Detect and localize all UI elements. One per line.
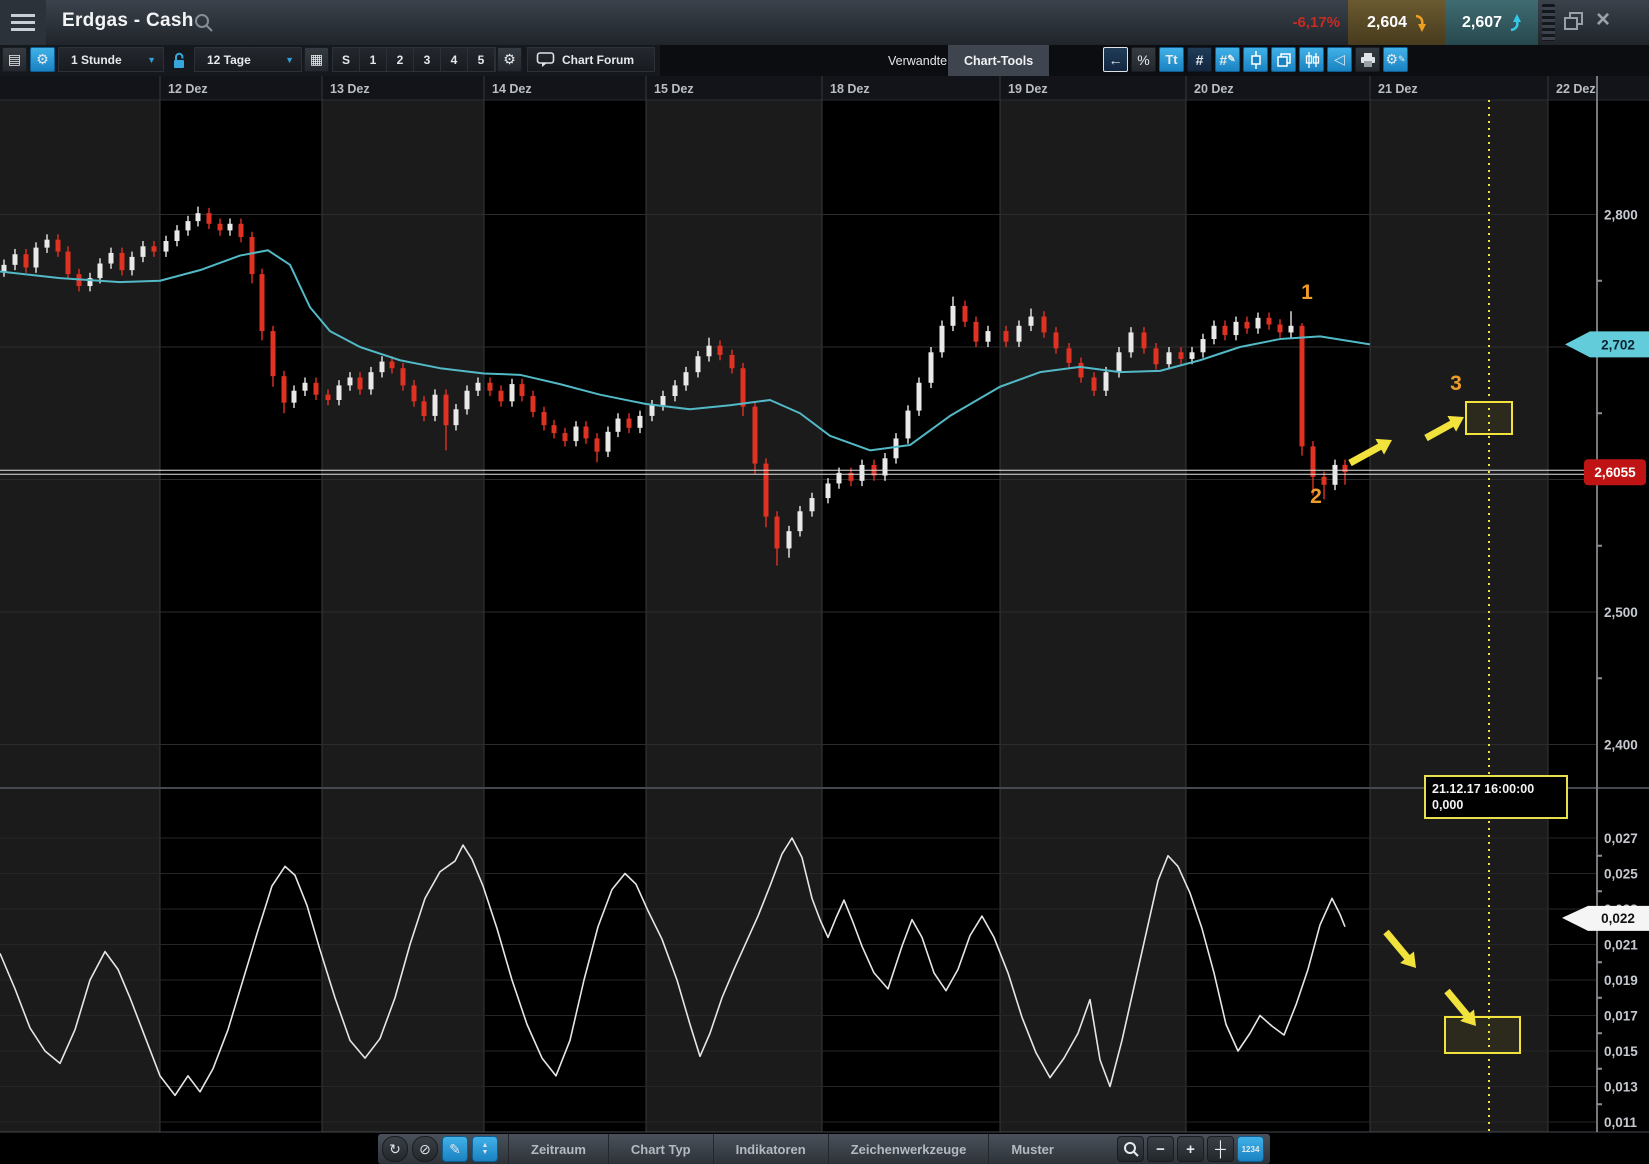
range-dropdown[interactable]: 12 Tage▼: [194, 47, 302, 72]
svg-text:2: 2: [1310, 485, 1322, 508]
price-axis: 2,8002,5002,4000,0270,0250,0230,0210,019…: [1597, 76, 1638, 1132]
tooltip-datetime: 21.12.17 16:00:00: [1432, 781, 1560, 797]
price-tag-icon[interactable]: ◁: [1327, 47, 1352, 72]
title-bar: Erdgas - Cash -6,17% 2,604 2,607 ×: [0, 0, 1649, 46]
tooltip-value: 0,000: [1432, 797, 1560, 813]
menu-icon[interactable]: [0, 0, 46, 45]
svg-text:20 Dez: 20 Dez: [1194, 82, 1234, 96]
chart-settings-gear-icon[interactable]: ⚙: [30, 47, 55, 72]
interval-dropdown[interactable]: 1 Stunde▼: [58, 47, 164, 72]
svg-text:14 Dez: 14 Dez: [492, 82, 532, 96]
chart-typ-button[interactable]: Chart Typ: [608, 1134, 713, 1164]
svg-text:21 Dez: 21 Dez: [1378, 82, 1418, 96]
period-S[interactable]: S: [333, 48, 360, 71]
buy-price: 2,607: [1462, 14, 1502, 32]
settings-gear-icon[interactable]: ⚙: [497, 47, 522, 72]
percent-mode-icon[interactable]: %: [1131, 47, 1156, 72]
window-grip[interactable]: [1542, 4, 1555, 41]
svg-text:3: 3: [1450, 372, 1462, 395]
svg-text:2,800: 2,800: [1604, 208, 1638, 223]
period-3[interactable]: 3: [414, 48, 441, 71]
compare-candles-icon[interactable]: [1299, 47, 1324, 72]
svg-text:2,400: 2,400: [1604, 738, 1638, 753]
order-ticket-icon[interactable]: ▤: [2, 47, 27, 72]
chart-tools-tab[interactable]: Chart-Tools: [948, 45, 1049, 76]
period-2[interactable]: 2: [387, 48, 414, 71]
bottom-toolbar: ↻ ⊘ ✎ ▲▼ Zeitraum Chart Typ Indikatoren …: [378, 1134, 1270, 1164]
crosshair-icon[interactable]: ┼: [1207, 1136, 1234, 1162]
chart-area[interactable]: 12 Dez 13 Dez 14 Dez 15 Dez 18 Dez 19 Dez 20 D…: [0, 76, 1649, 1134]
svg-text:0,021: 0,021: [1604, 938, 1638, 953]
period-5[interactable]: 5: [468, 48, 495, 71]
numbers-mode-icon[interactable]: 1234: [1237, 1136, 1264, 1162]
back-icon[interactable]: ←: [1103, 47, 1128, 72]
calendar-icon[interactable]: ▦: [304, 47, 329, 72]
zoom-out-icon[interactable]: −: [1147, 1136, 1174, 1162]
print-icon[interactable]: [1355, 47, 1380, 72]
layers-icon[interactable]: [1271, 47, 1296, 72]
close-icon[interactable]: ×: [1596, 6, 1610, 34]
zoom-search-icon[interactable]: [1117, 1136, 1144, 1162]
text-tool-icon[interactable]: Tt: [1159, 47, 1184, 72]
restore-window-icon[interactable]: [1562, 9, 1586, 33]
draw-pencil-icon[interactable]: ✎: [442, 1136, 468, 1162]
verwandte-button[interactable]: Verwandte: [878, 45, 957, 76]
tools-settings-icon[interactable]: ⚙✎: [1383, 47, 1408, 72]
speech-bubble-icon: [536, 51, 555, 68]
svg-text:0,017: 0,017: [1604, 1009, 1638, 1024]
svg-text:13 Dez: 13 Dez: [330, 82, 370, 96]
period-4[interactable]: 4: [441, 48, 468, 71]
svg-text:22 Dez: 22 Dez: [1556, 82, 1596, 96]
chevron-down-icon: ▼: [147, 55, 156, 65]
instrument-title: Erdgas - Cash: [62, 10, 194, 32]
lock-icon[interactable]: [166, 47, 191, 72]
period-1[interactable]: 1: [360, 48, 387, 71]
svg-text:12 Dez: 12 Dez: [168, 82, 208, 96]
indikatoren-button[interactable]: Indikatoren: [713, 1134, 828, 1164]
chevron-down-icon: ▼: [285, 55, 294, 65]
svg-text:0,019: 0,019: [1604, 973, 1638, 988]
price-down-arrow-icon: [1413, 13, 1426, 33]
chart-canvas[interactable]: 12 Dez 13 Dez 14 Dez 15 Dez 18 Dez 19 Dez 20 D…: [0, 76, 1649, 1134]
grid-edit-icon[interactable]: #✎: [1215, 47, 1240, 72]
svg-text:1: 1: [1301, 281, 1313, 304]
svg-text:15 Dez: 15 Dez: [654, 82, 694, 96]
muster-button[interactable]: Muster: [988, 1134, 1076, 1164]
svg-text:18 Dez: 18 Dez: [830, 82, 870, 96]
crosshair-tooltip: 21.12.17 16:00:00 0,000: [1424, 775, 1568, 819]
price-up-arrow-icon: [1508, 13, 1521, 33]
candle-style-icon[interactable]: [1243, 47, 1268, 72]
svg-text:0,015: 0,015: [1604, 1044, 1638, 1059]
svg-text:0,013: 0,013: [1604, 1080, 1638, 1095]
search-icon[interactable]: [194, 13, 214, 33]
svg-text:19 Dez: 19 Dez: [1008, 82, 1048, 96]
grid-icon[interactable]: #: [1187, 47, 1212, 72]
period-buttons: S 1 2 3 4 5: [332, 47, 496, 72]
svg-text:0,022: 0,022: [1601, 911, 1635, 926]
chart-forum-button[interactable]: Chart Forum: [527, 47, 655, 72]
zoom-in-icon[interactable]: +: [1177, 1136, 1204, 1162]
sell-price-button[interactable]: 2,604: [1348, 0, 1445, 45]
clear-drawings-icon[interactable]: ⊘: [412, 1136, 438, 1162]
svg-text:0,027: 0,027: [1604, 831, 1638, 846]
sell-price: 2,604: [1367, 14, 1407, 32]
buy-price-button[interactable]: 2,607: [1445, 0, 1538, 45]
zeitraum-button[interactable]: Zeitraum: [508, 1134, 608, 1164]
svg-text:2,702: 2,702: [1601, 337, 1635, 352]
svg-text:0,011: 0,011: [1604, 1115, 1638, 1130]
change-percent: -6,17%: [1232, 14, 1340, 31]
chart-toolbar: ▤ ⚙ 1 Stunde▼ 12 Tage▼ ▦ S 1 2 3 4 5 ⚙ C…: [0, 45, 1649, 76]
zeichenwerkzeuge-button[interactable]: Zeichenwerkzeuge: [828, 1134, 989, 1164]
chart-background: [0, 76, 1649, 1132]
svg-text:2,500: 2,500: [1604, 605, 1638, 620]
updown-arrows-icon[interactable]: ▲▼: [472, 1136, 498, 1162]
svg-text:2,6055: 2,6055: [1594, 465, 1636, 480]
refresh-icon[interactable]: ↻: [382, 1136, 408, 1162]
svg-text:0,025: 0,025: [1604, 867, 1638, 882]
